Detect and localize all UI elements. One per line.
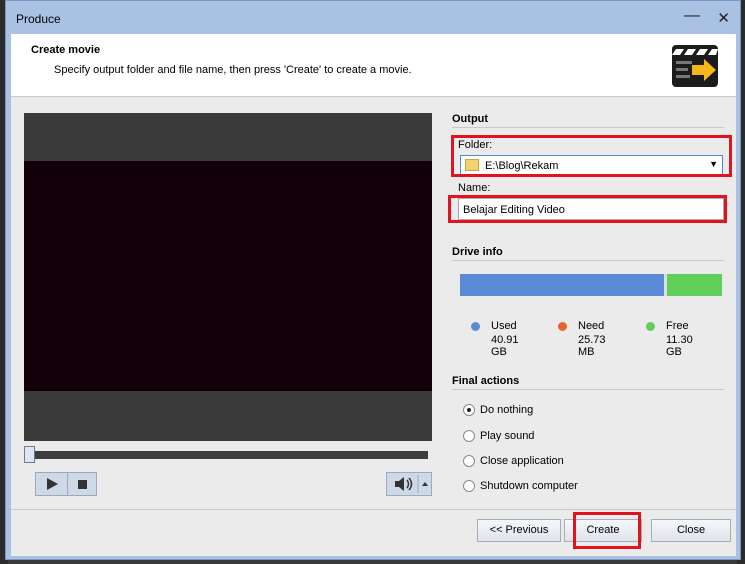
- window-title: Produce: [16, 12, 61, 26]
- playback-controls: [35, 472, 97, 496]
- folder-icon: [465, 159, 479, 171]
- minimize-icon[interactable]: —: [684, 7, 700, 25]
- legend-need-value: 25.73 MB: [578, 334, 606, 358]
- legend-need-label: Need: [578, 320, 605, 332]
- legend-free-value: 11.30 GB: [666, 334, 693, 358]
- close-icon[interactable]: ✕: [717, 9, 730, 27]
- radio-label: Play sound: [480, 430, 535, 442]
- radio-label: Shutdown computer: [480, 480, 578, 492]
- seek-bar[interactable]: [24, 446, 432, 463]
- legend-used-value: 40.91 GB: [491, 334, 519, 358]
- chevron-down-icon[interactable]: ▼: [709, 159, 718, 169]
- drive-info-section-label: Drive info: [452, 246, 503, 258]
- video-frame: [24, 161, 432, 391]
- radio-label: Close application: [480, 455, 564, 467]
- name-label: Name:: [458, 182, 491, 194]
- dialog-header: Create movie Specify output folder and f…: [11, 34, 736, 97]
- dialog-body: Create movie Specify output folder and f…: [11, 34, 736, 556]
- final-actions-divider: [452, 389, 724, 390]
- legend-used-label: Used: [491, 320, 517, 332]
- name-input[interactable]: Belajar Editing Video: [458, 198, 724, 220]
- drive-free-segment: [666, 274, 722, 296]
- seek-track[interactable]: [28, 451, 428, 459]
- header-title: Create movie: [31, 44, 101, 56]
- final-actions-section-label: Final actions: [452, 375, 520, 387]
- folder-select[interactable]: E:\Blog\Rekam ▼: [460, 155, 723, 175]
- radio-circle[interactable]: [463, 430, 475, 442]
- output-divider: [452, 127, 724, 128]
- folder-value: E:\Blog\Rekam: [485, 160, 559, 172]
- drive-info-divider: [452, 260, 724, 261]
- title-bar[interactable]: Produce — ✕: [6, 1, 740, 34]
- used-dot-icon: [471, 322, 480, 331]
- name-value: Belajar Editing Video: [463, 204, 565, 216]
- play-button[interactable]: [36, 473, 68, 495]
- radio-circle[interactable]: [463, 480, 475, 492]
- stop-button[interactable]: [69, 473, 96, 495]
- drive-usage-bar: [460, 274, 722, 296]
- close-button[interactable]: Close: [651, 519, 731, 542]
- output-section-label: Output: [452, 113, 489, 125]
- need-dot-icon: [558, 322, 567, 331]
- video-preview: [24, 113, 432, 441]
- radio-circle[interactable]: [463, 404, 475, 416]
- drive-used-segment: [460, 274, 665, 296]
- header-subtitle: Specify output folder and file name, the…: [54, 64, 412, 76]
- play-icon: [47, 478, 58, 490]
- seek-thumb[interactable]: [24, 446, 35, 463]
- speaker-icon: [395, 475, 428, 493]
- produce-dialog: Produce — ✕ Create movie Specify output …: [5, 0, 741, 560]
- free-dot-icon: [646, 322, 655, 331]
- create-button[interactable]: Create: [564, 519, 642, 542]
- footer-divider: [11, 509, 736, 510]
- folder-label: Folder:: [458, 139, 493, 151]
- radio-label: Do nothing: [480, 404, 534, 416]
- stop-icon: [78, 480, 87, 489]
- legend-free-label: Free: [666, 320, 689, 332]
- volume-button[interactable]: [386, 472, 432, 496]
- clapperboard-icon: [672, 45, 718, 87]
- radio-circle[interactable]: [463, 455, 475, 467]
- previous-button[interactable]: << Previous: [477, 519, 561, 542]
